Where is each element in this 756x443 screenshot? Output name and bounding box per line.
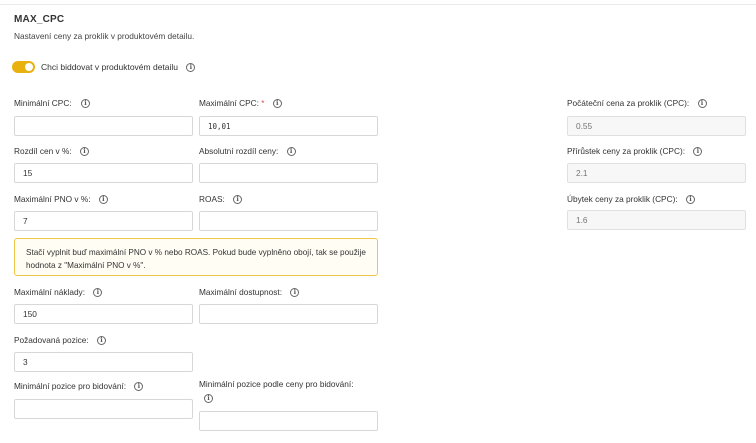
min-cpc-input[interactable]: [14, 116, 193, 136]
price-diff-label: Rozdíl cen v %: i: [14, 146, 89, 157]
max-pno-label-text: Maximální PNO v %:: [14, 194, 91, 204]
max-cpc-label: Maximální CPC: * i: [199, 98, 282, 109]
start-price-label-text: Počáteční cena za proklik (CPC):: [567, 98, 690, 108]
max-pno-input[interactable]: [14, 211, 193, 231]
info-icon[interactable]: i: [286, 147, 296, 157]
max-cpc-label-text: Maximální CPC:: [199, 98, 259, 108]
roas-input[interactable]: [199, 211, 378, 231]
abs-price-diff-label: Absolutní rozdíl ceny: i: [199, 146, 296, 157]
info-icon[interactable]: i: [186, 63, 196, 73]
price-diff-label-text: Rozdíl cen v %:: [14, 146, 72, 156]
info-icon[interactable]: i: [93, 288, 103, 298]
bidding-toggle-label: Chci biddovat v produktovém detailu i: [41, 62, 196, 73]
info-icon[interactable]: i: [233, 195, 243, 205]
toggle-knob: [25, 63, 33, 71]
max-costs-label-text: Maximální náklady:: [14, 287, 86, 297]
abs-price-diff-input[interactable]: [199, 163, 378, 183]
min-price-bid-position-label: Minimální pozice podle ceny pro bidování…: [199, 379, 354, 389]
max-availability-label: Maximální dostupnost: i: [199, 287, 300, 298]
required-mark: *: [261, 98, 265, 108]
price-increment-label-text: Přírůstek ceny za proklik (CPC):: [567, 146, 686, 156]
price-decrement-label-text: Úbytek ceny za proklik (CPC):: [567, 194, 678, 204]
abs-price-diff-label-text: Absolutní rozdíl ceny:: [199, 146, 279, 156]
roas-label: ROAS: i: [199, 194, 243, 205]
info-icon[interactable]: i: [272, 99, 282, 109]
desired-position-label: Požadovaná pozice: i: [14, 335, 107, 346]
min-cpc-label: Minimální CPC: i: [14, 98, 90, 109]
info-icon[interactable]: i: [79, 147, 89, 157]
max-cpc-input[interactable]: [199, 116, 378, 136]
section-subtitle: Nastavení ceny za proklik v produktovém …: [14, 31, 195, 41]
pno-roas-notice: Stačí vyplnit buď maximální PNO v % nebo…: [14, 238, 378, 276]
max-availability-input[interactable]: [199, 304, 378, 324]
info-icon[interactable]: i: [97, 336, 107, 346]
max-costs-label: Maximální náklady: i: [14, 287, 103, 298]
min-bid-position-input[interactable]: [14, 399, 193, 419]
min-price-bid-position-input[interactable]: [199, 411, 378, 431]
roas-label-text: ROAS:: [199, 194, 225, 204]
info-icon[interactable]: i: [693, 147, 703, 157]
min-bid-position-label: Minimální pozice pro bidování: i: [14, 381, 144, 392]
info-icon[interactable]: i: [697, 99, 707, 109]
min-bid-position-label-text: Minimální pozice pro bidování:: [14, 381, 127, 391]
bidding-toggle[interactable]: [12, 61, 35, 73]
info-icon[interactable]: i: [98, 195, 108, 205]
info-icon[interactable]: i: [290, 288, 300, 298]
price-decrement-input[interactable]: [567, 210, 746, 230]
min-price-bid-position-label-text: Minimální pozice podle ceny pro bidování…: [199, 379, 354, 389]
top-divider: [0, 4, 756, 5]
start-price-input[interactable]: [567, 116, 746, 136]
price-decrement-label: Úbytek ceny za proklik (CPC): i: [567, 194, 695, 205]
info-icon[interactable]: i: [204, 394, 213, 403]
price-diff-input[interactable]: [14, 163, 193, 183]
max-costs-input[interactable]: [14, 304, 193, 324]
toggle-label-text: Chci biddovat v produktovém detailu: [41, 62, 179, 72]
max-availability-label-text: Maximální dostupnost:: [199, 287, 283, 297]
min-cpc-label-text: Minimální CPC:: [14, 98, 72, 108]
desired-position-input[interactable]: [14, 352, 193, 372]
desired-position-label-text: Požadovaná pozice:: [14, 335, 89, 345]
section-title: MAX_CPC: [14, 14, 65, 25]
info-icon[interactable]: i: [134, 382, 144, 392]
price-increment-input[interactable]: [567, 163, 746, 183]
info-icon[interactable]: i: [685, 195, 695, 205]
max-pno-label: Maximální PNO v %: i: [14, 194, 108, 205]
start-price-label: Počáteční cena za proklik (CPC): i: [567, 98, 707, 109]
price-increment-label: Přírůstek ceny za proklik (CPC): i: [567, 146, 703, 157]
info-icon[interactable]: i: [80, 99, 90, 109]
